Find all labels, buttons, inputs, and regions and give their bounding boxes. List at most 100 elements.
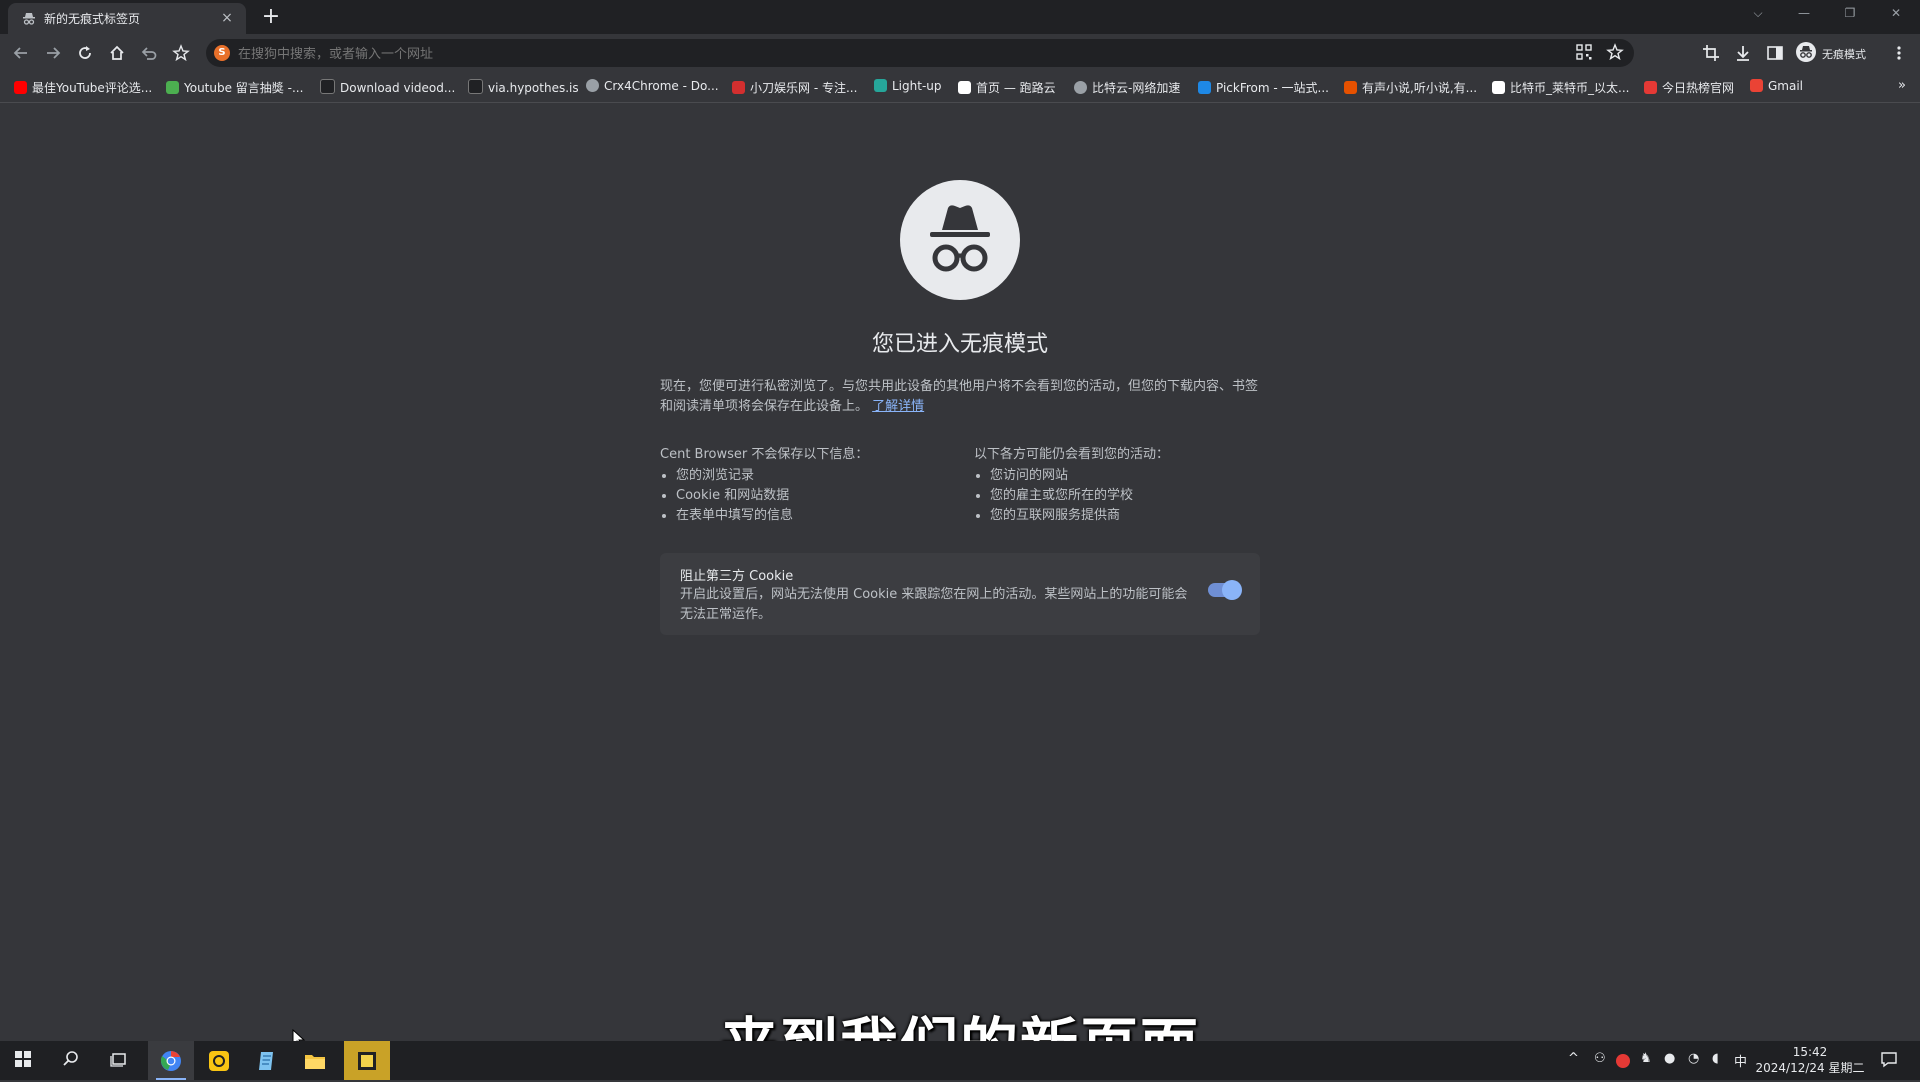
third-party-cookie-card: 阻止第三方 Cookie 开启此设置后，网站无法使用 Cookie 来跟踪您在网… bbox=[660, 553, 1260, 635]
taskbar-app-gold[interactable] bbox=[344, 1041, 390, 1080]
list-item: 您的雇主或您所在的学校 bbox=[990, 486, 1264, 506]
app-icon bbox=[358, 1052, 376, 1070]
more-vertical-icon bbox=[1897, 46, 1901, 60]
tab-incognito[interactable]: 新的无痕式标签页 × bbox=[8, 3, 246, 34]
new-tab-button[interactable]: + bbox=[258, 4, 284, 30]
close-window-button[interactable]: ✕ bbox=[1878, 0, 1914, 28]
incognito-profile-button[interactable]: 无痕模式 bbox=[1794, 39, 1874, 67]
bookmark-favicon-icon bbox=[1644, 81, 1657, 94]
bookmark-item[interactable]: Crx4Chrome - Do... bbox=[586, 79, 719, 95]
bookmark-favicon-icon bbox=[874, 79, 887, 92]
bookmark-item[interactable]: Gmail bbox=[1750, 79, 1803, 95]
minimize-button[interactable]: — bbox=[1786, 0, 1822, 28]
bookmark-item[interactable]: PickFrom - 一站式... bbox=[1198, 79, 1329, 95]
tab-close-icon[interactable]: × bbox=[218, 9, 236, 27]
start-button[interactable] bbox=[0, 1041, 46, 1080]
bookmark-item[interactable]: 比特云-网络加速 bbox=[1074, 79, 1180, 95]
bookmark-item[interactable]: 首页 — 跑路云 bbox=[958, 79, 1056, 95]
bookmark-item[interactable]: 有声小说,听小说,有... bbox=[1344, 79, 1477, 95]
list-item: 您的浏览记录 bbox=[676, 466, 950, 486]
bookmark-item[interactable]: Youtube 留言抽獎 -... bbox=[166, 79, 303, 95]
tray-expand-icon[interactable]: ^ bbox=[1568, 1051, 1579, 1071]
microphone-icon[interactable]: ● bbox=[1664, 1051, 1675, 1071]
list-item: 在表单中填写的信息 bbox=[676, 506, 950, 526]
app-icon bbox=[209, 1051, 229, 1071]
bookmark-item[interactable]: via.hypothes.is bbox=[468, 79, 579, 95]
reload-button[interactable] bbox=[72, 40, 98, 66]
still-visible-list: 以下各方可能仍会看到您的活动： 您访问的网站 您的雇主或您所在的学校 您的互联网… bbox=[974, 443, 1264, 526]
incognito-avatar-icon bbox=[1796, 42, 1816, 62]
undo-close-button[interactable] bbox=[136, 40, 162, 66]
menu-button[interactable] bbox=[1886, 40, 1912, 66]
side-panel-button[interactable] bbox=[1762, 40, 1788, 66]
taskbar-app-notes[interactable] bbox=[244, 1041, 290, 1080]
not-saved-heading: Cent Browser 不会保存以下信息： bbox=[660, 447, 869, 462]
list-item: 您的互联网服务提供商 bbox=[990, 506, 1264, 526]
still-visible-heading: 以下各方可能仍会看到您的活动： bbox=[974, 447, 1170, 462]
input-method-indicator[interactable]: 中 bbox=[1734, 1051, 1747, 1071]
tray-app-icon[interactable]: ♞ bbox=[1640, 1051, 1652, 1071]
download-icon bbox=[1737, 46, 1749, 61]
bookmark-favicon-icon bbox=[958, 81, 971, 94]
bookmark-item[interactable]: Download videod... bbox=[320, 79, 455, 95]
downloads-button[interactable] bbox=[1730, 40, 1756, 66]
notification-icon bbox=[1881, 1052, 1897, 1068]
address-input[interactable] bbox=[236, 42, 1240, 66]
notification-center-button[interactable] bbox=[1866, 1041, 1912, 1080]
intro-body: 现在，您便可进行私密浏览了。与您共用此设备的其他用户将不会看到您的活动，但您的下… bbox=[660, 379, 1259, 414]
tray-antivirus-icon[interactable] bbox=[1616, 1054, 1630, 1068]
bookmark-star-button[interactable] bbox=[168, 40, 194, 66]
bookmark-item[interactable]: Light-up bbox=[874, 79, 942, 95]
qr-code-icon[interactable] bbox=[1575, 43, 1593, 61]
bookmark-favicon-icon bbox=[586, 79, 599, 92]
block-cookies-toggle[interactable] bbox=[1208, 580, 1242, 600]
tab-search-icon[interactable]: ⌵ bbox=[1740, 0, 1776, 28]
incognito-icon bbox=[22, 11, 36, 25]
bookmark-favicon-icon bbox=[14, 81, 27, 94]
volume-icon[interactable]: ◖ bbox=[1712, 1051, 1719, 1071]
learn-more-link[interactable]: 了解详情 bbox=[872, 399, 924, 414]
tab-strip: 新的无痕式标签页 × + ⌵ — ❐ ✕ bbox=[0, 0, 1920, 34]
bookmark-favicon-icon bbox=[1344, 81, 1357, 94]
taskbar-search-button[interactable] bbox=[48, 1041, 94, 1080]
bookmark-item[interactable]: 小刀娱乐网 - 专注... bbox=[732, 79, 857, 95]
bookmark-item[interactable]: 最佳YouTube评论选... bbox=[14, 79, 152, 95]
home-button[interactable] bbox=[104, 40, 130, 66]
cookie-card-title: 阻止第三方 Cookie bbox=[680, 569, 794, 584]
address-bar[interactable]: S bbox=[206, 39, 1634, 67]
bookmarks-overflow-button[interactable]: » bbox=[1898, 78, 1906, 93]
tray-network-share-icon[interactable]: ⚇ bbox=[1594, 1051, 1606, 1071]
system-clock[interactable]: 15:42 2024/12/24 星期二 bbox=[1750, 1044, 1870, 1076]
bookmarks-bar: 最佳YouTube评论选... Youtube 留言抽獎 -... Downlo… bbox=[0, 72, 1920, 103]
bookmark-favicon-icon bbox=[166, 81, 179, 94]
task-view-icon bbox=[110, 1053, 126, 1067]
toggle-knob bbox=[1222, 580, 1242, 600]
forward-button[interactable] bbox=[40, 40, 66, 66]
wifi-icon[interactable]: ◔ bbox=[1688, 1051, 1699, 1071]
back-button[interactable] bbox=[8, 40, 34, 66]
bookmark-favicon-icon bbox=[320, 79, 335, 94]
task-view-button[interactable] bbox=[96, 1041, 142, 1080]
bookmark-item[interactable]: 比特币_莱特币_以太... bbox=[1492, 79, 1629, 95]
taskbar-browser[interactable] bbox=[148, 1041, 194, 1080]
windows-taskbar: ^ ⚇ ♞ ● ◔ ◖ 中 15:42 2024/12/24 星期二 bbox=[0, 1041, 1920, 1080]
bookmark-favicon-icon bbox=[1198, 81, 1211, 94]
taskbar-app-yellow[interactable] bbox=[196, 1041, 242, 1080]
taskbar-file-explorer[interactable] bbox=[292, 1041, 338, 1080]
reload-icon bbox=[79, 46, 91, 59]
toolbar: S 无痕模式 bbox=[0, 34, 1920, 72]
bookmark-favicon-icon bbox=[1074, 81, 1087, 94]
arrow-left-icon bbox=[13, 47, 27, 59]
gmail-icon bbox=[1750, 79, 1763, 92]
incognito-icon bbox=[900, 180, 1020, 300]
clock-date: 2024/12/24 星期二 bbox=[1755, 1061, 1865, 1075]
bookmark-item[interactable]: 今日热榜官网 bbox=[1644, 79, 1734, 95]
home-icon bbox=[110, 45, 124, 60]
clock-time: 15:42 bbox=[1792, 1045, 1828, 1059]
star-icon[interactable] bbox=[1606, 43, 1624, 61]
restore-button[interactable]: ❐ bbox=[1832, 0, 1868, 28]
profile-label: 无痕模式 bbox=[1822, 48, 1866, 61]
arrow-right-icon bbox=[47, 47, 61, 59]
screenshot-button[interactable] bbox=[1698, 40, 1724, 66]
search-icon bbox=[63, 1051, 78, 1066]
